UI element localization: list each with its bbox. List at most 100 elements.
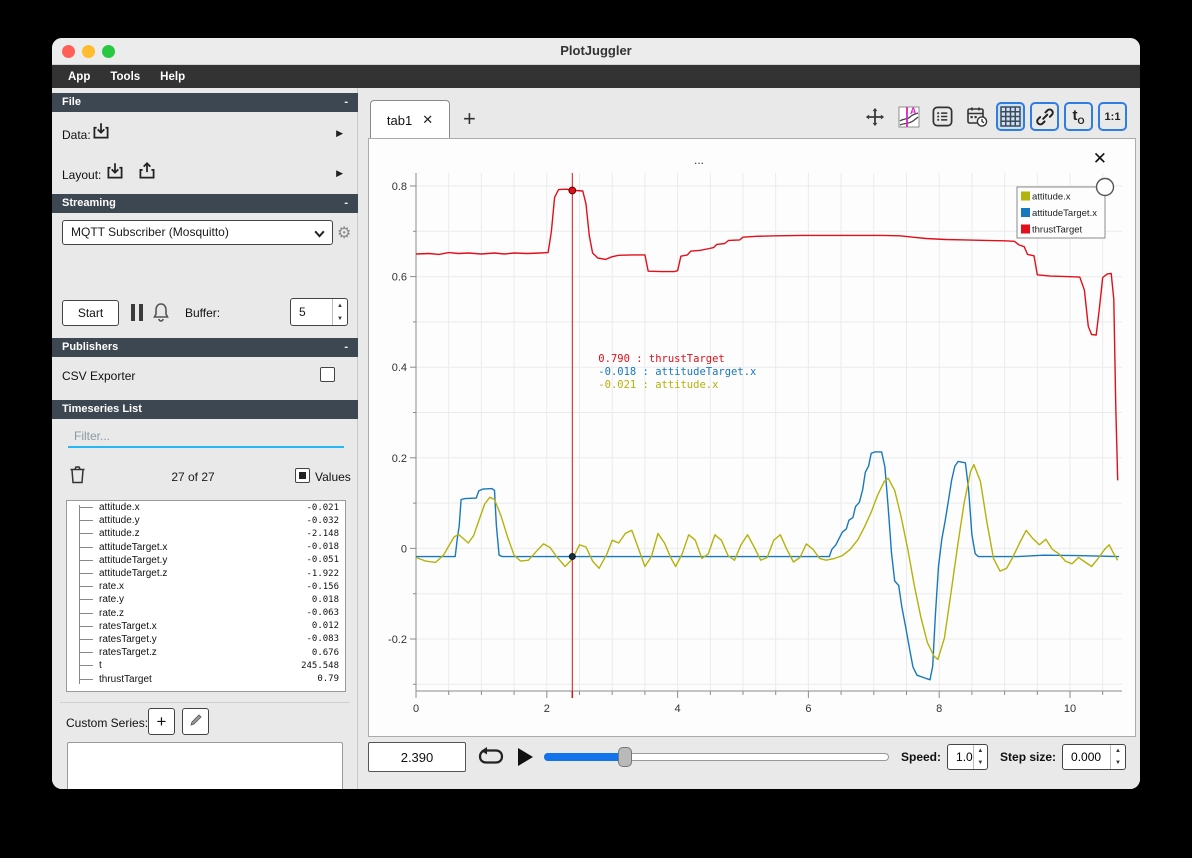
spin-up-icon[interactable]: ▲ (1111, 745, 1125, 757)
series-name: attitudeTarget.z (99, 568, 168, 580)
load-data-icon[interactable] (90, 120, 112, 142)
plot-close-icon[interactable]: ✕ (1093, 149, 1107, 169)
grid-layout-icon[interactable] (996, 102, 1025, 131)
loop-playback-icon[interactable] (478, 747, 504, 767)
spin-down-icon[interactable]: ▼ (333, 312, 347, 325)
spin-up-icon[interactable]: ▲ (974, 745, 987, 757)
streaming-settings-gear-icon[interactable]: ⚙ (337, 223, 351, 243)
series-line-attitude.x (415, 463, 1119, 661)
window-title: PlotJuggler (560, 43, 632, 58)
speed-spinbox[interactable]: 1.0 ▲ ▼ (947, 744, 989, 770)
tracker[interactable]: 0.790 : thrustTarget-0.018 : attitudeTar… (568, 173, 756, 698)
tracker-style-icon[interactable]: A (894, 102, 923, 131)
timeseries-row[interactable]: attitudeTarget.x -0.018 (67, 541, 345, 554)
timeseries-row[interactable]: ratesTarget.z 0.676 (67, 646, 345, 659)
timeseries-row[interactable]: attitudeTarget.y -0.051 (67, 554, 345, 567)
series-value: -0.063 (306, 608, 339, 619)
chart-canvas[interactable]: -0.2 0 0.2 0.4 0.6 0.8 0 2 4 6 8 10 0.790 : thrustT… (369, 139, 1135, 736)
streaming-section-title: Streaming (62, 197, 116, 209)
timeseries-row[interactable]: rate.z -0.063 (67, 607, 345, 620)
timeseries-row[interactable]: thrustTarget 0.79 (67, 672, 345, 685)
notifications-bell-icon[interactable] (151, 301, 171, 326)
play-icon[interactable] (516, 747, 534, 767)
series-value: -0.032 (306, 515, 339, 526)
step-size-spinbox[interactable]: 0.000 ▲ ▼ (1062, 744, 1127, 770)
plot-area[interactable]: ... ✕ -0.2 0 0.2 0.4 0.6 0.8 0 2 4 6 8 10 0.790 : t… (368, 138, 1136, 737)
datetime-axis-icon[interactable] (962, 102, 991, 131)
data-expand-icon[interactable]: ▶ (336, 128, 343, 139)
curve-list-icon[interactable] (928, 102, 957, 131)
svg-text:10: 10 (1064, 703, 1076, 715)
timeline-slider[interactable] (544, 746, 889, 768)
timeseries-row[interactable]: rate.y 0.018 (67, 593, 345, 606)
streaming-section-header[interactable]: Streaming - (52, 194, 358, 213)
menu-item-tools[interactable]: Tools (102, 69, 148, 85)
publishers-section-title: Publishers (62, 341, 119, 353)
tree-branch (79, 546, 93, 548)
file-section-header[interactable]: File - (52, 93, 358, 112)
save-layout-icon[interactable] (136, 160, 158, 182)
start-streaming-button[interactable]: Start (62, 300, 119, 326)
layout-expand-icon[interactable]: ▶ (336, 168, 343, 179)
series-name: rate.y (99, 594, 125, 606)
timeseries-row[interactable]: attitude.y -0.032 (67, 514, 345, 527)
values-checkbox[interactable] (295, 468, 310, 483)
menubar: App Tools Help (52, 65, 1140, 88)
ratio-one-to-one-icon[interactable]: 1:1 (1098, 102, 1127, 131)
custom-series-list[interactable] (67, 742, 343, 789)
svg-text:0.6: 0.6 (392, 272, 407, 284)
series-count-label: 27 of 27 (171, 470, 215, 484)
time-offset-icon[interactable]: tO (1064, 102, 1093, 131)
transport-bar: 2.390 Speed: 1.0 ▲ ▼ Step size: 0.000 ▲ ▼ (368, 740, 1130, 774)
series-value: -2.148 (306, 528, 339, 539)
series-line-attitudeTarget.x (416, 451, 1120, 681)
pan-zoom-icon[interactable] (860, 102, 889, 131)
series-value: -0.018 (306, 542, 339, 553)
timeseries-row[interactable]: ratesTarget.x 0.012 (67, 620, 345, 633)
series-name: attitudeTarget.y (99, 554, 168, 566)
edit-custom-series-button[interactable] (182, 708, 209, 735)
series-name: attitude.z (99, 528, 140, 540)
spin-down-icon[interactable]: ▼ (1111, 757, 1125, 769)
time-display[interactable]: 2.390 (368, 742, 466, 772)
slider-handle[interactable] (618, 747, 633, 767)
svg-text:0.4: 0.4 (392, 362, 407, 374)
timeseries-row[interactable]: t 245.548 (67, 659, 345, 672)
pause-icon[interactable] (131, 304, 143, 321)
buffer-spinbox[interactable]: 5 ▲ ▼ (290, 298, 348, 326)
tree-branch (79, 507, 93, 509)
series-name: t (99, 660, 102, 672)
speed-label: Speed: (901, 750, 942, 764)
tree-branch (79, 559, 93, 561)
load-layout-icon[interactable] (104, 160, 126, 182)
menu-item-app[interactable]: App (60, 69, 98, 85)
streaming-source-select[interactable]: MQTT Subscriber (Mosquitto) (62, 220, 333, 245)
timeseries-row[interactable]: rate.x -0.156 (67, 580, 345, 593)
legend-handle[interactable] (1095, 177, 1115, 197)
plot-legend[interactable]: attitude.x attitudeTarget.x thrustTarget (1016, 177, 1115, 239)
link-ranges-icon[interactable] (1030, 102, 1059, 131)
delete-series-trash-icon[interactable] (68, 464, 87, 485)
tab-label: tab1 (386, 112, 413, 128)
timeseries-section-header[interactable]: Timeseries List (52, 400, 358, 419)
tracker-readout: -0.021 : attitude.x (598, 379, 718, 391)
tab-tab1[interactable]: tab1 ✕ (370, 100, 450, 139)
add-custom-series-button[interactable]: + (148, 708, 175, 735)
tracker-readout: 0.790 : thrustTarget (598, 353, 724, 365)
menu-item-help[interactable]: Help (152, 69, 193, 85)
filter-input[interactable] (68, 426, 344, 448)
timeseries-row[interactable]: ratesTarget.y -0.083 (67, 633, 345, 646)
timeseries-row[interactable]: attitude.x -0.021 (67, 501, 345, 514)
tab-close-icon[interactable]: ✕ (422, 112, 433, 128)
add-tab-button[interactable]: + (463, 106, 476, 132)
series-value: 245.548 (301, 660, 339, 671)
csv-exporter-label: CSV Exporter (62, 369, 136, 383)
spin-up-icon[interactable]: ▲ (333, 299, 347, 312)
chevron-down-icon (314, 230, 325, 238)
timeseries-row[interactable]: attitudeTarget.z -1.922 (67, 567, 345, 580)
timeseries-row[interactable]: attitude.z -2.148 (67, 527, 345, 540)
spin-down-icon[interactable]: ▼ (974, 757, 987, 769)
csv-exporter-checkbox[interactable] (320, 367, 335, 382)
publishers-section-header[interactable]: Publishers - (52, 338, 358, 357)
series-name: attitude.y (99, 515, 140, 527)
